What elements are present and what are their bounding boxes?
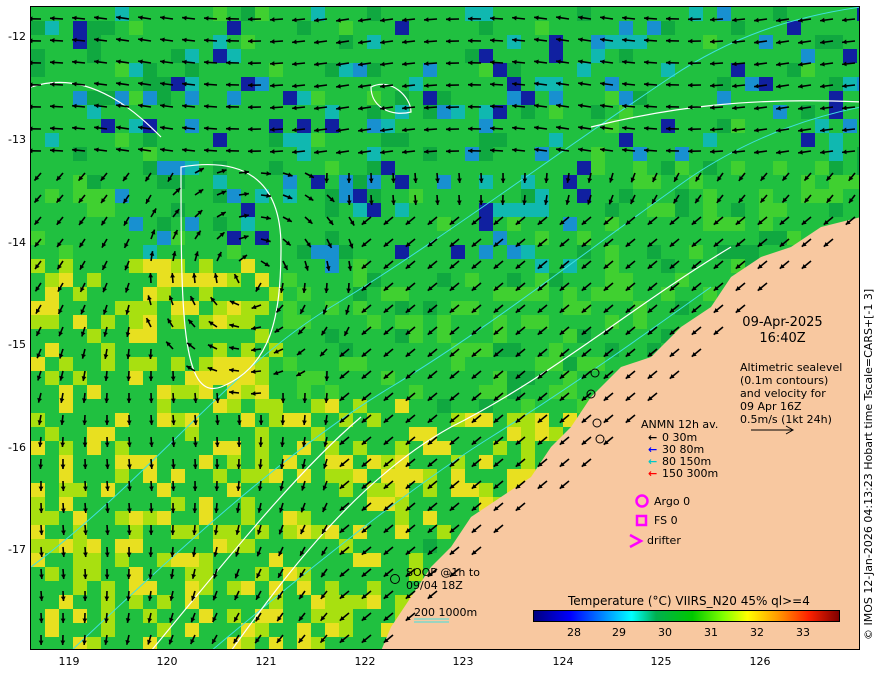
lon-tick-label: 126 (749, 655, 771, 668)
lat-tick-label: -16 (8, 441, 26, 454)
velocity-arrowhead (31, 82, 33, 88)
argo-circle-icon (635, 494, 649, 508)
isobath-legend-lines (414, 618, 449, 623)
fs-legend-label: FS 0 (654, 514, 678, 527)
soop-line: 09/04 18Z (406, 579, 463, 592)
velocity-arrowhead (31, 38, 33, 44)
altimetry-line: 09 Apr 16Z (740, 400, 802, 413)
colorbar-tick-label: 31 (704, 626, 718, 639)
colorbar-tick-label: 29 (612, 626, 626, 639)
velocity-arrowhead (31, 148, 33, 154)
anmn-legend-title: ANMN 12h av. (641, 418, 719, 431)
lat-tick-label: -14 (8, 236, 26, 249)
time-label: 16:40Z (759, 331, 806, 346)
drifter-legend-label: drifter (647, 534, 681, 547)
lon-tick-label: 124 (552, 655, 574, 668)
lat-tick-label: -13 (8, 133, 26, 146)
lat-tick-label: -17 (8, 543, 26, 556)
soop-circle-icon (390, 574, 400, 584)
velocity-arrowhead (31, 104, 33, 110)
lat-tick-label: -12 (8, 30, 26, 43)
altimetry-line: and velocity for (740, 387, 826, 400)
fs-square-icon (635, 514, 648, 527)
anmn-arrow-icon: ← (648, 467, 658, 480)
colorbar-tick-label: 32 (750, 626, 764, 639)
lat-tick-label: -15 (8, 338, 26, 351)
altimetry-line: Altimetric sealevel (740, 361, 843, 374)
velocity-arrowhead (31, 126, 33, 132)
lon-tick-label: 122 (354, 655, 376, 668)
colorbar-title: Temperature (°C) VIIRS_N20 45% ql>=4 (568, 594, 810, 608)
lon-tick-label: 119 (58, 655, 80, 668)
date-label: 09-Apr-2025 (742, 315, 823, 330)
lon-tick-label: 121 (255, 655, 277, 668)
anmn-legend-row: ← 150 300m (648, 467, 718, 480)
drifter-chevron-icon (629, 533, 644, 549)
soop-label: SOOP @1h to 09/04 18Z (406, 566, 480, 592)
argo-legend-label: Argo 0 (654, 495, 691, 508)
temperature-colorbar (533, 610, 840, 622)
lon-tick-label: 123 (452, 655, 474, 668)
velocity-arrowhead (31, 16, 33, 22)
lon-tick-label: 125 (650, 655, 672, 668)
velocity-scale-arrow-icon (751, 425, 795, 435)
colorbar-tick-label: 33 (796, 626, 810, 639)
soop-line: SOOP @1h to (406, 566, 480, 579)
anmn-row-label: 150 300m (662, 467, 719, 480)
colorbar-tick-label: 30 (658, 626, 672, 639)
altimetry-description: Altimetric sealevel (0.1m contours) and … (740, 361, 842, 426)
copyright-label: © IMOS 12-Jan-2026 04:13:23 Hobart time … (862, 288, 875, 640)
altimetry-line: (0.1m contours) (740, 374, 829, 387)
velocity-arrowhead (31, 60, 33, 66)
date-time-label: 09-Apr-2025 16:40Z (725, 315, 840, 347)
lon-tick-label: 120 (156, 655, 178, 668)
colorbar-tick-label: 28 (567, 626, 581, 639)
